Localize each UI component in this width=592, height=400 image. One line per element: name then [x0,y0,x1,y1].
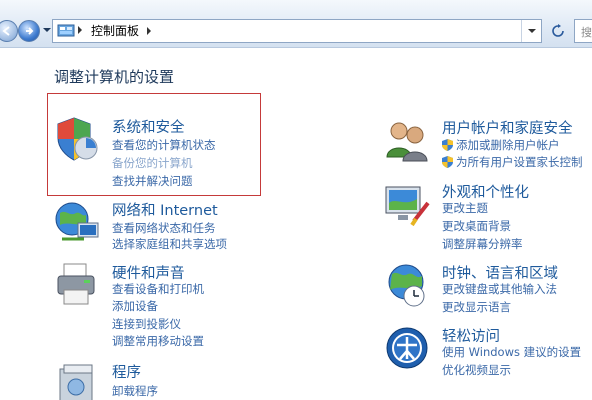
display-paintbrush-icon[interactable] [384,181,430,227]
back-button[interactable] [0,20,18,42]
category-title-appearance[interactable]: 外观和个性化 [442,181,529,202]
link-screen-resolution[interactable]: 调整屏幕分辨率 [442,236,523,252]
breadcrumb-arrow-icon[interactable] [78,26,82,34]
link-change-theme[interactable]: 更改主题 [442,200,488,216]
link-homegroup[interactable]: 选择家庭组和共享选项 [112,236,227,252]
link-backup-computer[interactable]: 备份您的计算机 [112,155,193,171]
category-title-system-security[interactable]: 系统和安全 [112,116,185,137]
category-clock-language: 时钟、语言和区域 更改键盘或其他输入法 更改显示语言 [384,262,590,314]
printer-icon[interactable] [54,262,100,308]
refresh-icon [552,24,564,37]
link-connect-projector[interactable]: 连接到投影仪 [112,316,181,332]
link-optimize-video[interactable]: 优化视频显示 [442,362,511,378]
category-title-network[interactable]: 网络和 Internet [112,199,218,220]
search-input[interactable]: 搜索控 [574,19,592,43]
category-title-programs[interactable]: 程序 [112,361,141,382]
search-placeholder: 搜索控 [581,26,592,39]
category-user-accounts: 用户帐户和家庭安全 添加或删除用户帐户 为所有用户设置家长控制 [384,117,590,169]
link-devices-printers[interactable]: 查看设备和打印机 [112,281,204,297]
link-parental-controls-label: 为所有用户设置家长控制 [456,155,583,169]
globe-network-icon[interactable] [54,199,100,245]
link-uninstall-program[interactable]: 卸载程序 [112,383,158,399]
link-add-device[interactable]: 添加设备 [112,298,158,314]
toolbar: 控制面板 搜索控 [0,0,592,48]
category-hardware-sound: 硬件和声音 查看设备和打印机 添加设备 连接到投影仪 调整常用移动设置 [54,262,264,348]
category-ease-of-access: 轻松访问 使用 Windows 建议的设置 优化视频显示 [384,325,590,377]
users-icon[interactable] [384,117,430,163]
link-troubleshoot[interactable]: 查找并解决问题 [112,173,193,189]
link-add-remove-accounts-label: 添加或删除用户帐户 [456,138,560,152]
page-title: 调整计算机的设置 [54,68,175,86]
address-bar[interactable]: 控制面板 [52,19,542,43]
category-title-ease-of-access[interactable]: 轻松访问 [442,325,500,346]
refresh-button[interactable] [546,21,570,41]
breadcrumb-arrow-icon[interactable] [147,27,151,35]
arrow-right-icon [26,27,34,35]
address-dropdown-button[interactable] [521,20,541,42]
category-system-security: 系统和安全 查看您的计算机状态 备份您的计算机 查找并解决问题 [54,116,264,190]
link-change-background[interactable]: 更改桌面背景 [442,218,511,234]
programs-icon[interactable] [54,361,100,400]
link-view-computer-status[interactable]: 查看您的计算机状态 [112,137,216,153]
link-recommended-settings[interactable]: 使用 Windows 建议的设置 [442,344,581,360]
shield-icon[interactable] [54,116,100,162]
breadcrumb-control-panel[interactable]: 控制面板 [91,23,139,39]
link-change-keyboard[interactable]: 更改键盘或其他输入法 [442,281,557,297]
category-programs: 程序 卸载程序 [54,361,264,400]
ease-of-access-icon[interactable] [384,325,430,371]
link-network-status[interactable]: 查看网络状态和任务 [112,220,216,236]
globe-clock-icon[interactable] [384,262,430,308]
uac-shield-icon [442,139,453,151]
category-appearance: 外观和个性化 更改主题 更改桌面背景 调整屏幕分辨率 [384,181,590,251]
forward-button[interactable] [18,20,40,42]
chevron-down-icon [528,29,536,33]
category-network-internet: 网络和 Internet 查看网络状态和任务 选择家庭组和共享选项 [54,199,264,255]
link-add-remove-accounts[interactable]: 添加或删除用户帐户 [442,137,560,153]
category-title-clock-language[interactable]: 时钟、语言和区域 [442,262,558,283]
link-parental-controls[interactable]: 为所有用户设置家长控制 [442,154,583,170]
link-mobility-settings[interactable]: 调整常用移动设置 [112,333,204,349]
control-panel-icon [57,24,75,37]
arrow-left-icon [2,26,10,36]
history-dropdown-icon[interactable] [43,28,51,32]
link-change-display-language[interactable]: 更改显示语言 [442,299,511,315]
category-title-hardware[interactable]: 硬件和声音 [112,262,185,283]
category-title-user-accounts[interactable]: 用户帐户和家庭安全 [442,117,573,138]
uac-shield-icon [442,156,453,168]
